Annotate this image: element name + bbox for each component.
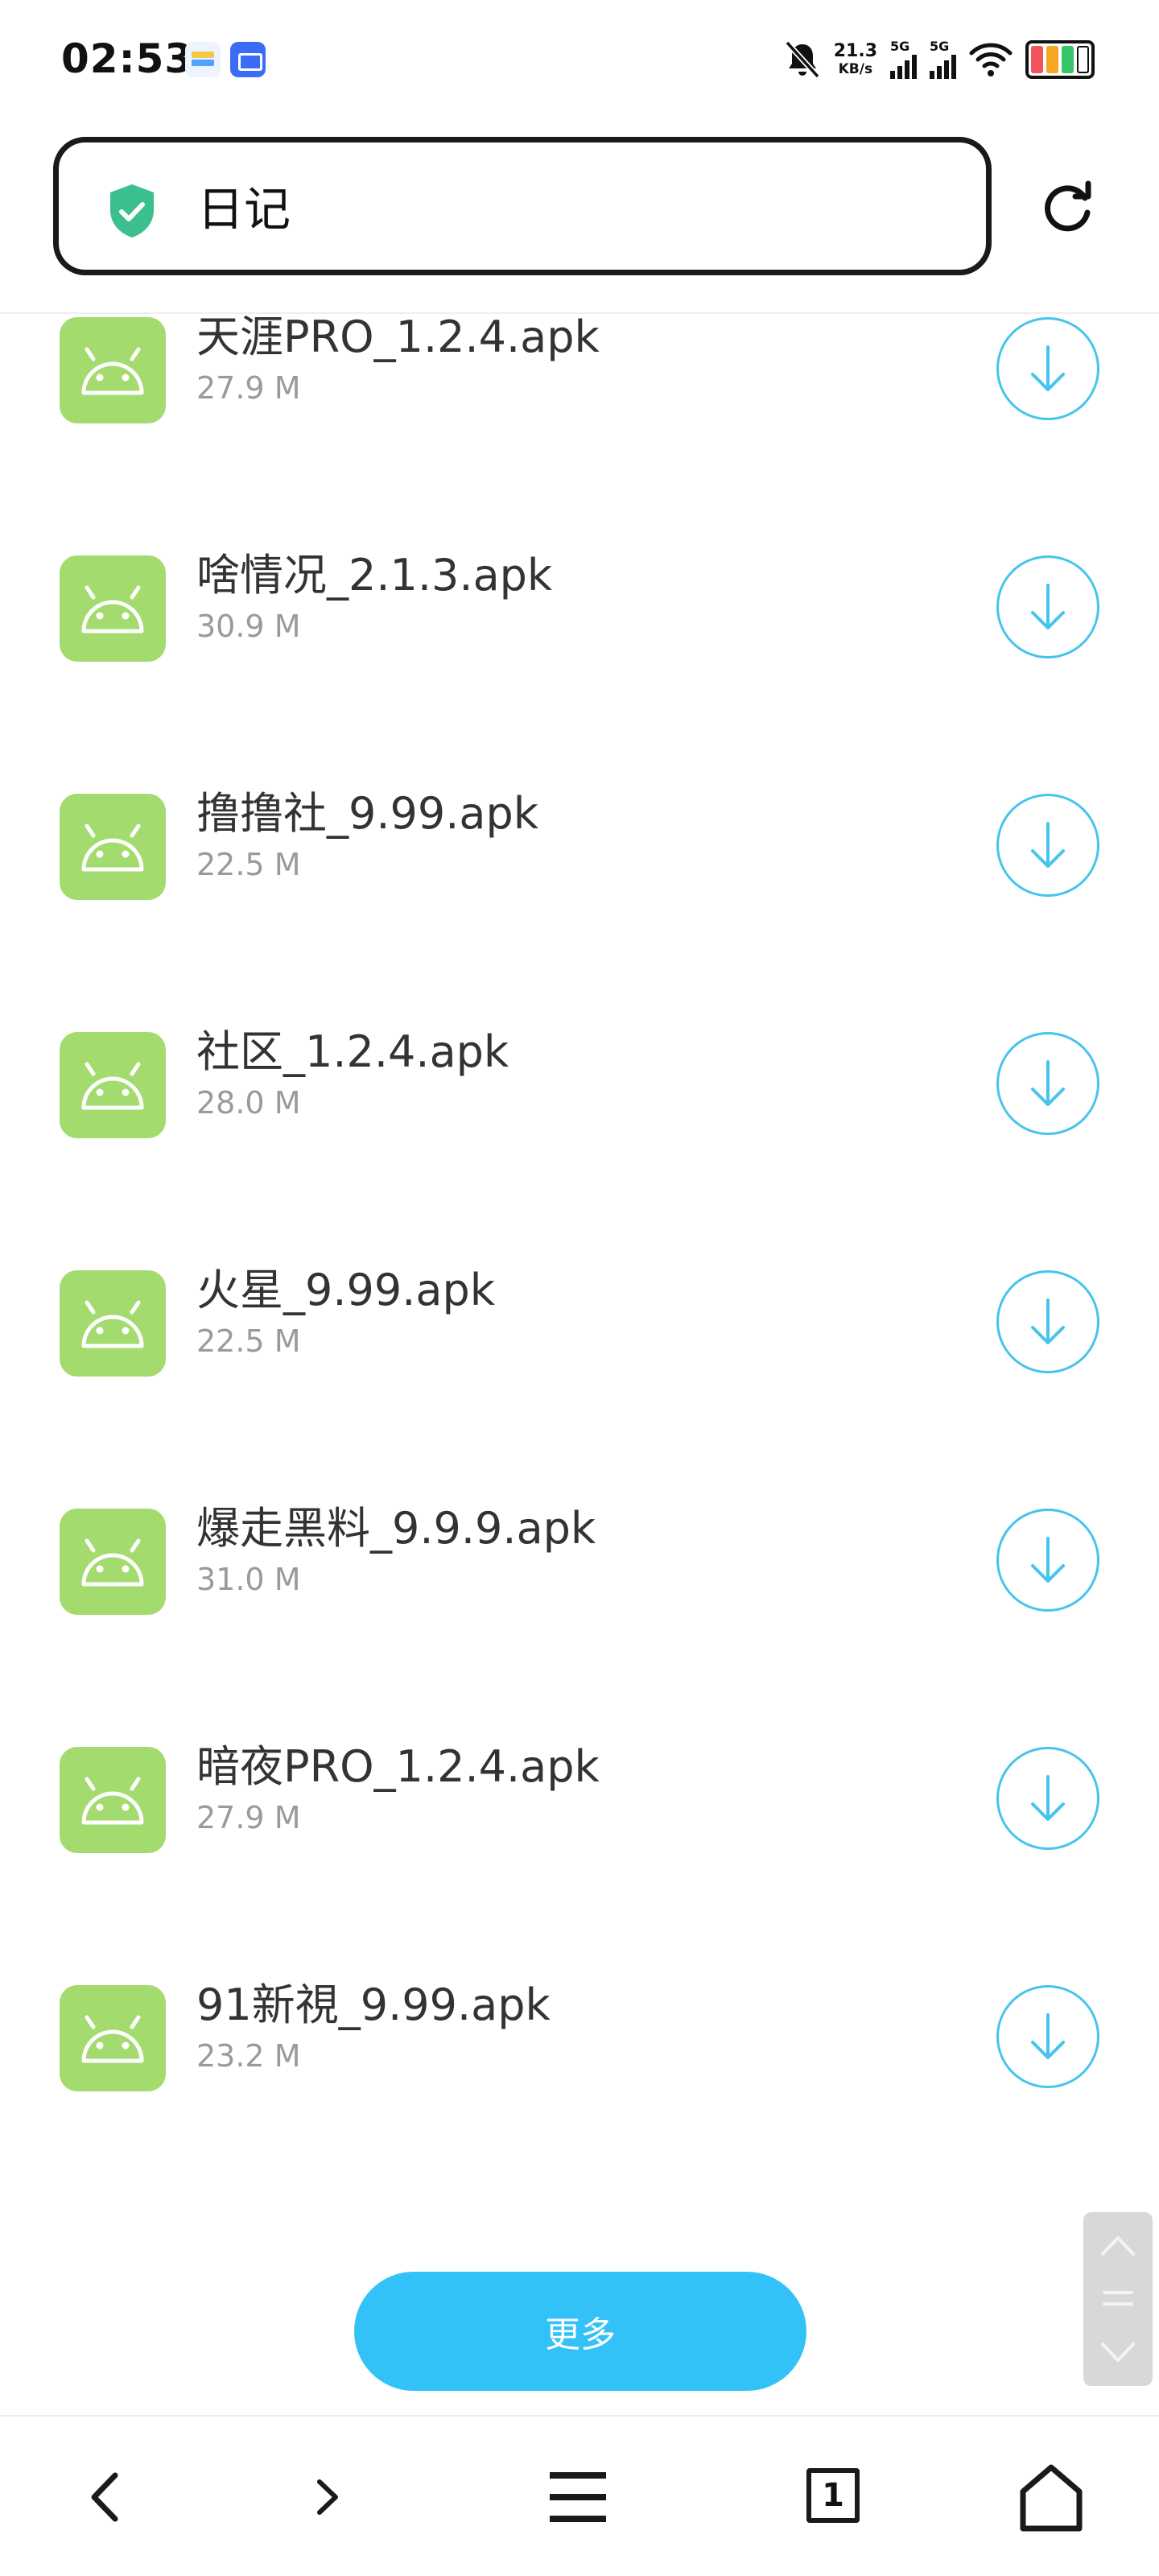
list-item[interactable]: 91新視_9.99.apk 23.2 M [0, 1924, 1159, 2162]
status-bar: 02:53 21.3 KB/s 5G 5G [0, 0, 1159, 121]
download-button[interactable] [996, 794, 1099, 897]
download-button[interactable] [996, 1747, 1099, 1850]
tabs-button[interactable]: 1 [806, 2468, 860, 2523]
download-arrow-icon [1031, 345, 1065, 391]
file-size: 28.0 M [196, 1085, 301, 1121]
sim1-network-type: 5G [890, 39, 910, 54]
chevron-left-icon [91, 2472, 118, 2522]
list-item[interactable]: 撸撸社_9.99.apk 22.5 M [0, 733, 1159, 971]
network-speed-value: 21.3 [833, 41, 877, 61]
android-icon [60, 794, 166, 900]
battery-icon [1025, 40, 1095, 79]
menu-button[interactable] [538, 2457, 618, 2537]
download-arrow-icon [1031, 1298, 1065, 1344]
more-button[interactable]: 更多 [354, 2272, 806, 2391]
file-name: 暗夜PRO_1.2.4.apk [196, 1741, 600, 1792]
shield-check-icon[interactable] [107, 183, 157, 239]
android-icon [60, 1270, 166, 1377]
file-size: 30.9 M [196, 609, 301, 644]
bottom-navigation [0, 2415, 1159, 2576]
download-arrow-icon [1031, 822, 1065, 868]
list-item[interactable]: 天涯PRO_1.2.4.apk 27.9 M [0, 256, 1159, 494]
file-name: 撸撸社_9.99.apk [196, 788, 539, 839]
android-icon [60, 1032, 166, 1138]
file-size: 27.9 M [196, 370, 301, 406]
android-icon [60, 1985, 166, 2091]
android-icon [60, 317, 166, 423]
file-size: 27.9 M [196, 1800, 301, 1835]
download-button[interactable] [996, 1509, 1099, 1612]
list-item[interactable]: 社区_1.2.4.apk 28.0 M [0, 971, 1159, 1209]
network-speed: 21.3 KB/s [834, 43, 877, 76]
download-button[interactable] [996, 317, 1099, 420]
download-arrow-icon [1031, 1060, 1065, 1106]
mail-notification-icon [230, 42, 266, 77]
file-size: 22.5 M [196, 1323, 301, 1359]
forward-button[interactable] [287, 2457, 367, 2537]
wifi-icon [969, 43, 1013, 76]
list-item[interactable]: 爆走黑料_9.9.9.apk 31.0 M [0, 1447, 1159, 1686]
download-button[interactable] [996, 1270, 1099, 1373]
scroll-control[interactable] [1083, 2212, 1153, 2386]
list-item[interactable]: 火星_9.99.apk 22.5 M [0, 1209, 1159, 1447]
browser-screen: 02:53 21.3 KB/s 5G 5G 日记 天涯PRO_1.2.4.apk… [0, 0, 1159, 2576]
sim2-network-type: 5G [930, 39, 950, 54]
file-name: 天涯PRO_1.2.4.apk [196, 312, 600, 362]
mute-bell-icon [785, 40, 820, 79]
address-bar[interactable]: 日记 [53, 137, 992, 275]
file-size: 23.2 M [196, 2038, 301, 2074]
status-clock: 02:53 [61, 35, 194, 82]
android-icon [60, 1747, 166, 1853]
list-item[interactable]: 啥情况_2.1.3.apk 30.9 M [0, 494, 1159, 733]
sim2-signal-bars-icon [930, 55, 956, 79]
address-bar-text: 日记 [197, 182, 291, 237]
wallet-notification-icon [185, 42, 221, 77]
download-button[interactable] [996, 555, 1099, 658]
file-name: 91新視_9.99.apk [196, 1979, 551, 2030]
android-icon [60, 1509, 166, 1615]
file-name: 火星_9.99.apk [196, 1265, 496, 1315]
chevron-right-icon [317, 2479, 338, 2515]
download-arrow-icon [1031, 1537, 1065, 1583]
download-arrow-icon [1031, 584, 1065, 630]
download-arrow-icon [1031, 2013, 1065, 2059]
android-icon [60, 555, 166, 662]
home-icon [1020, 2464, 1083, 2532]
file-name: 啥情况_2.1.3.apk [196, 550, 553, 601]
status-indicators: 21.3 KB/s 5G 5G [784, 35, 1095, 84]
sim1-signal: 5G [890, 40, 917, 79]
file-name: 爆走黑料_9.9.9.apk [196, 1503, 596, 1554]
download-button[interactable] [996, 1032, 1099, 1135]
sim1-signal-bars-icon [890, 55, 917, 79]
file-name: 社区_1.2.4.apk [196, 1026, 509, 1077]
download-arrow-icon [1031, 1775, 1065, 1821]
file-size: 22.5 M [196, 847, 301, 882]
list-item[interactable]: 暗夜PRO_1.2.4.apk 27.9 M [0, 1686, 1159, 1924]
sim2-signal: 5G [930, 40, 956, 79]
back-button[interactable] [66, 2457, 146, 2537]
download-button[interactable] [996, 1985, 1099, 2088]
file-size: 31.0 M [196, 1562, 301, 1597]
home-button[interactable] [1011, 2457, 1091, 2537]
refresh-icon[interactable] [1038, 177, 1096, 235]
network-speed-unit: KB/s [838, 61, 873, 77]
menu-icon [550, 2472, 606, 2522]
